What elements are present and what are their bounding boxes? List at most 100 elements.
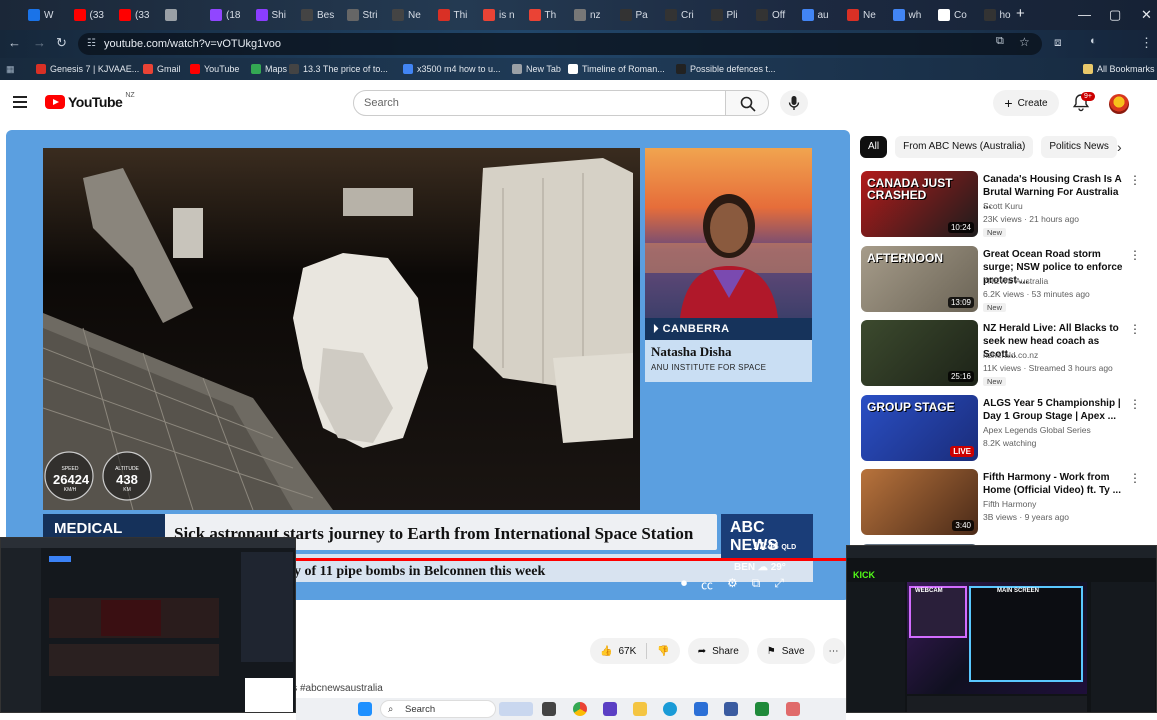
browser-tab[interactable]: W [28, 5, 70, 25]
browser-tab[interactable]: wh [892, 5, 935, 25]
hamburger-menu-icon[interactable] [13, 96, 27, 108]
more-options-icon[interactable]: ⋮ [1129, 248, 1141, 262]
miniplayer-icon[interactable]: ⧉ [752, 576, 761, 593]
browser-tab[interactable]: Cri [665, 5, 707, 25]
bookmark-item[interactable]: Timeline of Roman... [568, 62, 665, 76]
browser-tab[interactable]: is n [483, 5, 525, 25]
more-options-icon[interactable]: ⋮ [1129, 471, 1141, 485]
bookmark-item[interactable]: Gmail [143, 62, 181, 76]
back-icon[interactable]: ← [8, 35, 21, 50]
browser-tab[interactable]: nz [574, 5, 616, 25]
browser-tab[interactable]: Shi [255, 5, 298, 25]
edge-icon[interactable] [663, 702, 677, 716]
browser-tab[interactable]: Thi [437, 5, 480, 25]
all-bookmarks[interactable]: All Bookmarks [1083, 62, 1155, 76]
windows-start-icon[interactable] [358, 702, 372, 716]
bookmark-star-icon[interactable]: ☆ [1019, 35, 1030, 49]
browser-tab[interactable]: au [801, 5, 844, 25]
browser-tab[interactable]: Th [528, 5, 571, 25]
outlook-icon[interactable] [694, 702, 708, 716]
browser-tab[interactable]: Stri [346, 5, 389, 25]
video-thumbnail[interactable]: 25:16 [861, 320, 978, 386]
browser-tab[interactable]: (33 [119, 5, 161, 25]
file-explorer-icon[interactable] [633, 702, 647, 716]
search-input[interactable]: Search [353, 90, 726, 116]
fullscreen-icon[interactable]: ⤢ [774, 576, 784, 593]
like-button[interactable]: 👍 67K 👎 [590, 638, 680, 664]
bookmark-item[interactable]: x3500 m4 how to u... [403, 62, 501, 76]
account-avatar[interactable] [1109, 94, 1129, 114]
settings-gear-icon[interactable]: ⚙ [727, 576, 738, 593]
new-tab-button[interactable]: + [1016, 5, 1025, 22]
browser-tab[interactable]: Ne [392, 5, 434, 25]
chrome-icon[interactable] [573, 702, 587, 716]
cast-icon[interactable]: ⧉ [996, 35, 1004, 48]
recommended-video[interactable]: 25:16 NZ Herald Live: All Blacks to seek … [861, 320, 1141, 388]
reload-icon[interactable]: ↻ [56, 35, 67, 51]
recommended-video[interactable]: CANADA JUST CRASHED 10:24 Canada's Housing… [861, 171, 1141, 239]
video-player[interactable]: SPEED 26424 KM/H ALTITUDE 438 KM ⏵ CANBE… [6, 130, 850, 600]
save-button[interactable]: ⚑ Save [756, 638, 815, 664]
video-thumbnail[interactable]: GROUP STAGE LIVE [861, 394, 978, 461]
more-options-icon[interactable]: ⋮ [1129, 322, 1141, 336]
overlay-window-left[interactable] [0, 537, 296, 713]
bookmark-item[interactable]: Maps [251, 62, 287, 76]
recommended-video[interactable]: AFTERNOON 13:09 Great Ocean Road storm sur… [861, 245, 1141, 314]
youtube-logo[interactable]: YouTube NZ [45, 92, 135, 110]
close-icon[interactable]: ✕ [1141, 7, 1152, 23]
video-thumbnail[interactable]: 3:40 [861, 469, 978, 535]
browser-tab[interactable]: Pli [710, 5, 753, 25]
bookmark-item[interactable]: Genesis 7 | KJVAAE... [36, 62, 139, 76]
more-actions-button[interactable]: ⋯ [822, 638, 845, 664]
maximize-icon[interactable]: ▢ [1109, 7, 1121, 23]
browser-tab[interactable]: (33 [73, 5, 116, 25]
filter-chip[interactable]: All [860, 136, 888, 158]
app-icon-2[interactable] [724, 702, 738, 716]
forward-icon[interactable]: → [33, 35, 46, 50]
bookmark-item[interactable]: 13.3 The price of to... [289, 62, 388, 76]
chevron-right-icon[interactable]: › [1117, 139, 1122, 155]
profile-icon[interactable]: ◐ [1090, 35, 1097, 47]
news-widget-icon[interactable] [499, 702, 533, 716]
bookmark-item[interactable]: Possible defences t... [676, 62, 776, 76]
voice-search-button[interactable] [780, 90, 808, 116]
filter-chip[interactable]: Politics News [1041, 136, 1117, 158]
more-options-icon[interactable]: ⋮ [1129, 397, 1141, 411]
create-button[interactable]: + Create [993, 90, 1059, 116]
video-thumbnail[interactable]: CANADA JUST CRASHED 10:24 [861, 171, 978, 237]
menu-icon[interactable]: ⋮ [1140, 35, 1153, 51]
address-bar[interactable]: ☷ youtube.com/watch?v=vOTUkg1voo [78, 33, 1042, 55]
more-options-icon[interactable]: ⋮ [1129, 173, 1141, 187]
app-icon-3[interactable] [755, 702, 769, 716]
description-hashtags[interactable]: ws #abcnewsaustralia [285, 683, 383, 694]
app-icon-4[interactable] [786, 702, 800, 716]
share-button[interactable]: ➦ Share [687, 638, 749, 664]
browser-tab[interactable]: (18 [210, 5, 252, 25]
search-button[interactable] [725, 90, 769, 116]
app-icon-1[interactable] [603, 702, 617, 716]
autoplay-toggle-icon[interactable]: ⏺ [681, 576, 687, 593]
captions-icon[interactable]: ㏄ [701, 576, 713, 593]
thumbs-down-icon[interactable]: 👎 [657, 646, 669, 657]
browser-tab[interactable] [164, 5, 207, 25]
overlay-window-right[interactable]: KICK WEBCAM MAIN SCREEN [846, 545, 1157, 713]
browser-tab[interactable]: Bes [301, 5, 343, 25]
taskbar-search[interactable]: ⌕ Search [380, 700, 496, 718]
browser-tab[interactable]: Pa [619, 5, 662, 25]
video-title[interactable]: ALGS Year 5 Championship | Day 1 Group S… [983, 397, 1125, 423]
site-info-icon[interactable]: ☷ [87, 33, 96, 55]
recommended-video[interactable]: GROUP STAGE LIVE ALGS Year 5 Championship … [861, 394, 1141, 463]
filter-chip[interactable]: From ABC News (Australia) [895, 136, 1034, 158]
task-view-icon[interactable] [542, 702, 556, 716]
bookmark-item[interactable]: YouTube [190, 62, 239, 76]
apps-grid-icon[interactable]: ▦ [6, 62, 15, 76]
minimize-icon[interactable]: — [1078, 7, 1091, 22]
bookmark-item[interactable]: New Tab [512, 62, 561, 76]
recommended-video[interactable]: 3:40 Fifth Harmony - Work from Home (Offi… [861, 469, 1141, 537]
browser-tab[interactable]: Co [938, 5, 980, 25]
browser-tab[interactable]: Off [756, 5, 798, 25]
video-thumbnail[interactable]: AFTERNOON 13:09 [861, 245, 978, 312]
browser-tab[interactable]: Ne [847, 5, 889, 25]
video-title[interactable]: Fifth Harmony - Work from Home (Official… [983, 471, 1125, 497]
extensions-icon[interactable]: ⧈ [1054, 35, 1062, 50]
